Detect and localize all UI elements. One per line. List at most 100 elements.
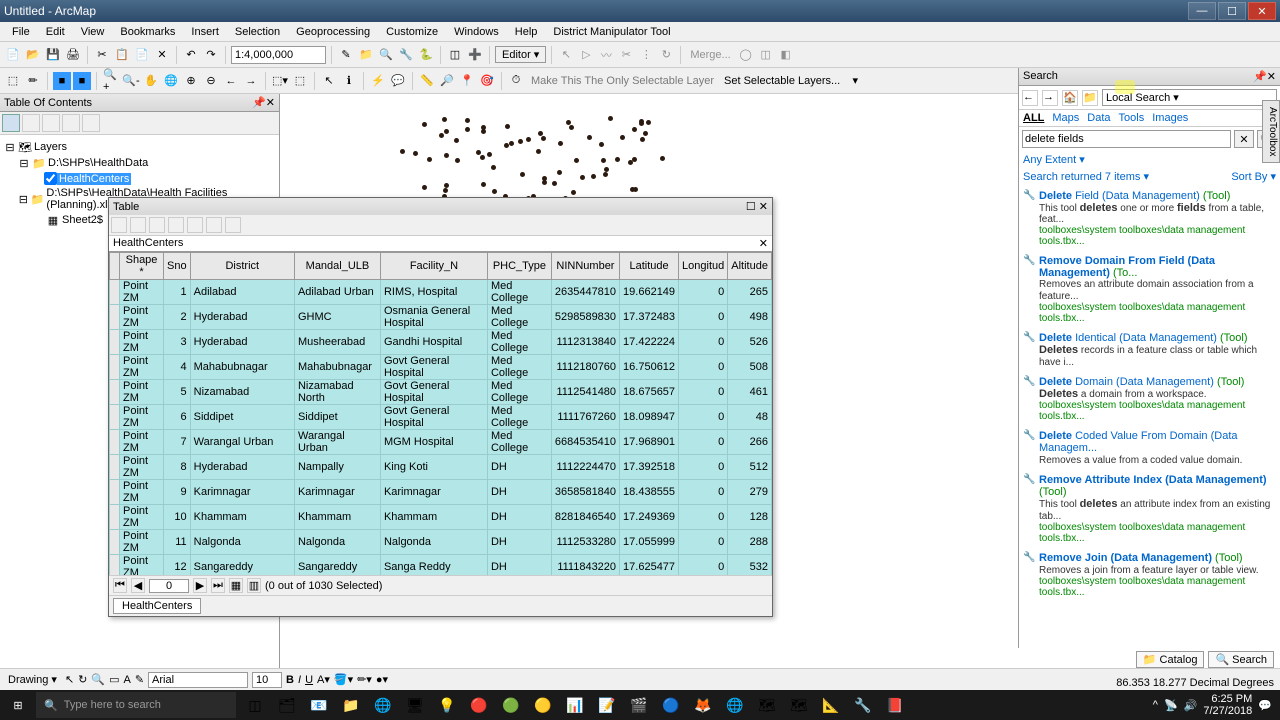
buffer-icon[interactable]: ◯ [737,46,755,64]
list-by-selection-icon[interactable] [62,114,80,132]
tab-images[interactable]: Images [1152,112,1188,124]
undo-icon[interactable]: ↶ [182,46,200,64]
tab-all[interactable]: ALL [1023,112,1044,124]
table-row[interactable]: Point ZM7Warangal UrbanWarangal UrbanMGM… [110,430,772,455]
save-icon[interactable]: 💾 [44,46,62,64]
table-row[interactable]: Point ZM11NalgondaNalgondaNalgondaDH1112… [110,530,772,555]
app-icon[interactable]: 📊 [560,691,590,719]
result-path[interactable]: toolboxes\system toolboxes\data manageme… [1039,576,1276,598]
select-by-attr-icon[interactable] [149,217,165,233]
paste-icon[interactable]: 📄 [133,46,151,64]
table-row[interactable]: Point ZM8HyderabadNampallyKing KotiDH111… [110,455,772,480]
column-header[interactable] [110,253,120,280]
delete-icon[interactable]: ✕ [153,46,171,64]
python-icon[interactable]: 🐍 [417,46,435,64]
html-popup-icon[interactable]: 💬 [389,72,407,90]
row-selector[interactable] [110,480,120,505]
show-all-icon[interactable]: ▦ [229,578,243,593]
menu-file[interactable]: File [4,24,38,40]
table-tab-close-icon[interactable]: ✕ [759,237,768,250]
first-record-icon[interactable]: ⏮ [113,578,127,593]
split-icon[interactable]: ⋮ [637,46,655,64]
next-record-icon[interactable]: ▶ [193,578,207,593]
table-row[interactable]: Point ZM9KarimnagarKarimnagarKarimnagarD… [110,480,772,505]
tray-icon[interactable]: 📡 [1164,699,1178,712]
time-slider-icon[interactable]: ⏱ [507,72,525,90]
show-selected-icon[interactable]: ▥ [247,578,261,593]
find-route-icon[interactable]: 📍 [458,72,476,90]
layer-checkbox[interactable] [44,172,57,185]
fixed-zoom-in-icon[interactable]: ⊕ [182,72,200,90]
row-selector[interactable] [110,330,120,355]
app-icon[interactable]: 🟢 [496,691,526,719]
menu-windows[interactable]: Windows [446,24,507,40]
result-title[interactable]: Delete Coded Value From Domain (Data Man… [1039,430,1276,454]
editor-toolbar-icon[interactable]: ✎ [337,46,355,64]
editor-dropdown[interactable]: Editor ▾ [495,46,546,63]
add-data-icon[interactable]: ➕ [466,46,484,64]
merge-button[interactable]: Merge... [686,49,734,61]
app-icon[interactable]: 🖥 [400,691,430,719]
measure-icon[interactable]: 📏 [418,72,436,90]
column-header[interactable]: Longitud [679,253,728,280]
column-header[interactable]: PHC_Type [487,253,551,280]
app-icon[interactable]: 📕 [880,691,910,719]
search-tab-button[interactable]: 🔍 Search [1208,651,1274,668]
datasource-node-1[interactable]: ⊟📁D:\SHPs\HealthData [4,155,275,171]
model-builder-icon[interactable]: ◫ [446,46,464,64]
tb2-sel1[interactable]: ■ [53,72,71,90]
tray-icon[interactable]: 🔊 [1184,699,1198,712]
table-row[interactable]: Point ZM1AdilabadAdilabad UrbanRIMS, Hos… [110,280,772,305]
row-selector[interactable] [110,505,120,530]
layers-node[interactable]: ⊟🗺Layers [4,139,275,155]
row-selector[interactable] [110,455,120,480]
zoom-selected-icon[interactable] [206,217,222,233]
result-path[interactable]: toolboxes\system toolboxes\data manageme… [1039,400,1276,422]
column-header[interactable]: Facility_N [380,253,487,280]
row-selector[interactable] [110,280,120,305]
tray-date[interactable]: 7/27/2018 [1203,705,1252,717]
app-icon[interactable]: 🗺 [784,691,814,719]
zoom-in-icon[interactable]: 🔍+ [102,72,120,90]
search-window-icon[interactable]: 🔍 [377,46,395,64]
search-result[interactable]: Delete Field (Data Management) (Tool)Thi… [1021,187,1278,252]
zoom-out-icon[interactable]: 🔍- [122,72,140,90]
tb2-icon2[interactable]: ✏ [24,72,42,90]
row-selector[interactable] [110,555,120,576]
toc-pin-icon[interactable]: 📌 [252,96,266,109]
row-selector[interactable] [110,305,120,330]
result-count-link[interactable]: Search returned 7 items ▾ [1023,170,1231,183]
app-icon[interactable]: 🗂 [272,691,302,719]
app-icon[interactable]: 🟡 [528,691,558,719]
search-pin-icon[interactable]: 📌 [1253,70,1267,83]
app-icon[interactable]: 📧 [304,691,334,719]
app-icon[interactable]: 💡 [432,691,462,719]
table-row[interactable]: Point ZM2HyderabadGHMCOsmania General Ho… [110,305,772,330]
select-features-icon[interactable]: ⬚▾ [271,72,289,90]
new-icon[interactable]: 📄 [4,46,22,64]
row-selector[interactable] [110,355,120,380]
app-icon[interactable]: 🔴 [464,691,494,719]
pan-icon[interactable]: ✋ [142,72,160,90]
column-header[interactable]: Mandal_ULB [294,253,380,280]
clear-search-icon[interactable]: ✕ [1234,130,1254,148]
column-header[interactable]: Latitude [620,253,679,280]
search-result[interactable]: Remove Join (Data Management) (Tool)Remo… [1021,549,1278,603]
last-record-icon[interactable]: ⏭ [211,578,225,593]
list-by-visibility-icon[interactable] [42,114,60,132]
switch-selection-icon[interactable] [168,217,184,233]
row-selector[interactable] [110,405,120,430]
scale-input[interactable] [231,46,326,64]
task-view-icon[interactable]: ◫ [240,691,270,719]
reshape-icon[interactable]: 〰 [597,46,615,64]
result-path[interactable]: toolboxes\system toolboxes\data manageme… [1039,522,1276,544]
search-result[interactable]: Delete Coded Value From Domain (Data Man… [1021,427,1278,471]
column-header[interactable]: Sno [164,253,191,280]
menu-district-tool[interactable]: District Manipulator Tool [545,24,678,40]
identify-icon[interactable]: ℹ [340,72,358,90]
tray-icon[interactable]: ^ [1153,699,1158,711]
list-by-drawing-icon[interactable] [2,114,20,132]
tb2-icon[interactable]: ⬚ [4,72,22,90]
menu-insert[interactable]: Insert [183,24,227,40]
select-elements-icon[interactable]: ↖ [320,72,338,90]
